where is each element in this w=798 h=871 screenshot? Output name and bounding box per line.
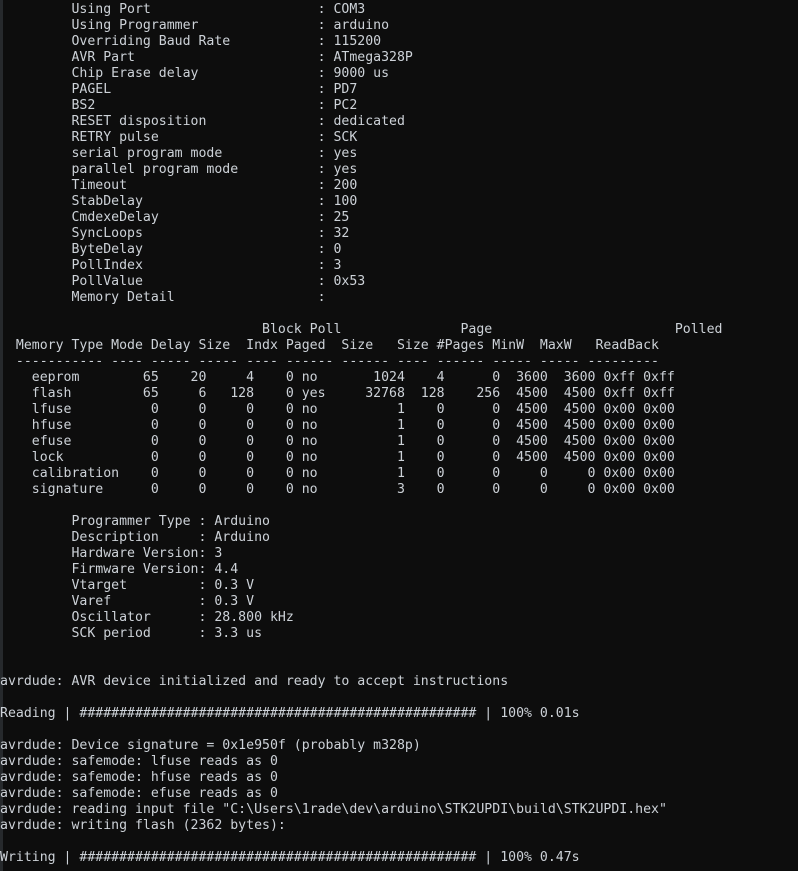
memory-table-row: lock 0 0 0 0 no 1 0 0 4500 4500 0x00 0x0… — [0, 450, 675, 465]
part-parameter-line: Using Port : COM3 — [0, 2, 366, 17]
progress-bar-writing: Writing | ##############################… — [0, 850, 580, 865]
part-parameter-line: Overriding Baud Rate : 115200 — [0, 34, 382, 49]
programmer-info-line: Oscillator : 28.800 kHz — [0, 610, 294, 625]
memory-table-row: eeprom 65 20 4 0 no 1024 4 0 3600 3600 0… — [0, 370, 675, 385]
part-parameter-line: Chip Erase delay : 9000 us — [0, 66, 390, 81]
progress-bar-reading: Reading | ##############################… — [0, 706, 580, 721]
console-output: Using Port : COM3 Using Programmer : ard… — [0, 2, 798, 866]
programmer-info-line: Description : Arduino — [0, 530, 270, 545]
part-parameter-line: PollIndex : 3 — [0, 258, 342, 273]
part-parameter-line: Memory Detail : — [0, 290, 326, 305]
message-safemode-lfuse: avrdude: safemode: lfuse reads as 0 — [0, 754, 278, 769]
message-device-signature: avrdude: Device signature = 0x1e950f (pr… — [0, 738, 421, 753]
memory-table-row: flash 65 6 128 0 yes 32768 128 256 4500 … — [0, 386, 675, 401]
part-parameter-line: CmdexeDelay : 25 — [0, 210, 350, 225]
message-safemode-hfuse: avrdude: safemode: hfuse reads as 0 — [0, 770, 278, 785]
part-parameter-line: PAGEL : PD7 — [0, 82, 358, 97]
memory-table-row: lfuse 0 0 0 0 no 1 0 0 4500 4500 0x00 0x… — [0, 402, 675, 417]
memory-table-row: signature 0 0 0 0 no 3 0 0 0 0 0x00 0x00 — [0, 482, 675, 497]
programmer-info-line: Programmer Type : Arduino — [0, 514, 270, 529]
memory-table-header-top: Block Poll Page Polled — [0, 322, 723, 337]
terminal-window: Using Port : COM3 Using Programmer : ard… — [0, 0, 798, 871]
part-parameter-line: Using Programmer : arduino — [0, 18, 390, 33]
memory-table-row: calibration 0 0 0 0 no 1 0 0 0 0 0x00 0x… — [0, 466, 675, 481]
part-parameter-line: RETRY pulse : SCK — [0, 130, 358, 145]
part-parameter-line: Timeout : 200 — [0, 178, 358, 193]
programmer-info-line: Vtarget : 0.3 V — [0, 578, 255, 593]
message-safemode-efuse: avrdude: safemode: efuse reads as 0 — [0, 786, 278, 801]
message-device-ready: avrdude: AVR device initialized and read… — [0, 674, 509, 689]
memory-table-header: Memory Type Mode Delay Size Indx Paged S… — [0, 338, 659, 353]
part-parameter-line: StabDelay : 100 — [0, 194, 358, 209]
part-parameter-line: serial program mode : yes — [0, 146, 358, 161]
memory-table-row: hfuse 0 0 0 0 no 1 0 0 4500 4500 0x00 0x… — [0, 418, 675, 433]
message-reading-input-file: avrdude: reading input file "C:\Users\1r… — [0, 802, 667, 817]
programmer-info-line: Firmware Version: 4.4 — [0, 562, 239, 577]
part-parameter-line: parallel program mode : yes — [0, 162, 358, 177]
message-writing-flash: avrdude: writing flash (2362 bytes): — [0, 818, 286, 833]
part-parameter-line: SyncLoops : 32 — [0, 226, 350, 241]
programmer-info-line: SCK period : 3.3 us — [0, 626, 263, 641]
part-parameter-line: RESET disposition : dedicated — [0, 114, 405, 129]
programmer-info-line: Varef : 0.3 V — [0, 594, 255, 609]
programmer-info-line: Hardware Version: 3 — [0, 546, 223, 561]
memory-table-row: efuse 0 0 0 0 no 1 0 0 4500 4500 0x00 0x… — [0, 434, 675, 449]
part-parameter-line: AVR Part : ATmega328P — [0, 50, 413, 65]
part-parameter-line: PollValue : 0x53 — [0, 274, 366, 289]
part-parameter-line: ByteDelay : 0 — [0, 242, 342, 257]
part-parameter-line: BS2 : PC2 — [0, 98, 358, 113]
memory-table-separator: ----------- ---- ----- ----- ---- ------… — [0, 354, 659, 369]
